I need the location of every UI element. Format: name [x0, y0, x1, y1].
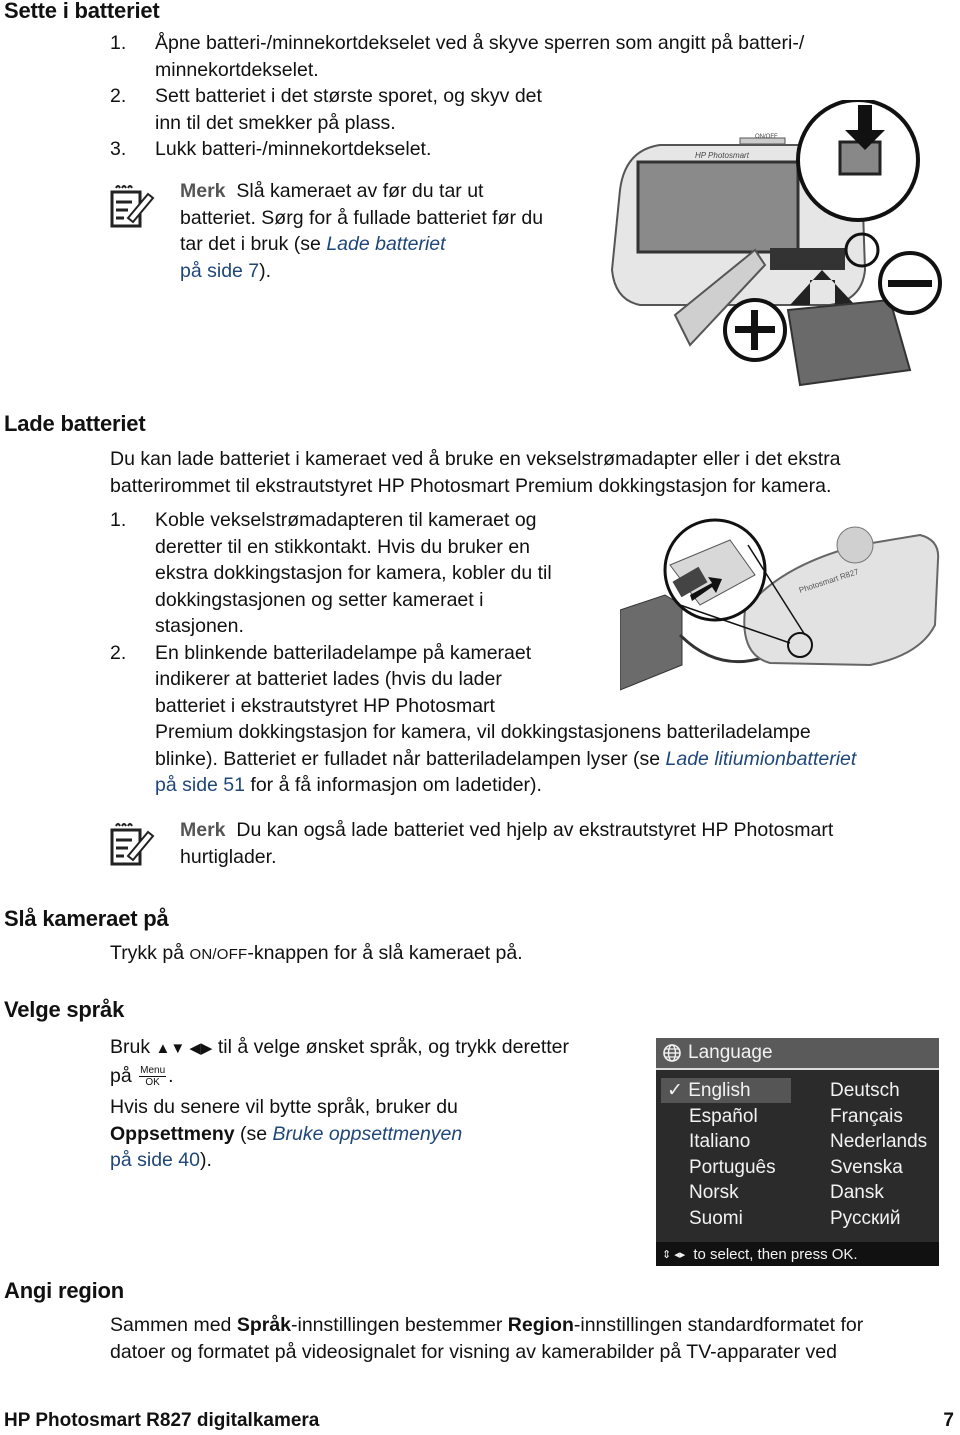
arrow-keys-icon: ▲▼ ◀▶ [155, 1040, 213, 1057]
language-option-right-5[interactable]: Русский [830, 1206, 950, 1231]
menu-ok-button-icon: Menu OK [139, 1064, 167, 1088]
region-text: Sammen med Språk-innstillingen bestemmer… [110, 1314, 864, 1363]
language-option-right-2[interactable]: Nederlands [830, 1129, 950, 1154]
onoff-label: ON/OFF [755, 134, 778, 140]
updown-leftright-icon: ⇕ ◂▸ [662, 1248, 686, 1261]
battery-insert-figure: HP Photosmart ON/OFF [610, 100, 942, 387]
link-side-51[interactable]: på side 51 [155, 774, 245, 796]
heading-sette-i-batteriet: Sette i batteriet [4, 0, 160, 23]
onoff-button-label: ON/OFF [189, 946, 248, 963]
link-side-7[interactable]: på side 7 [180, 260, 259, 282]
page-number: 7 [943, 1410, 954, 1431]
language-option-left-4[interactable]: Norsk [689, 1180, 809, 1205]
language-option-right-0[interactable]: Deutsch [830, 1078, 950, 1103]
language-screen-header: Language [656, 1038, 939, 1070]
brand-label: HP Photosmart [695, 151, 750, 160]
heading-lade-batteriet: Lade batteriet [4, 411, 146, 436]
language-screen-footer: ⇕ ◂▸ to select, then press OK. [656, 1242, 939, 1266]
power-on-text: Trykk på ON/OFF-knappen for å slå kamera… [110, 942, 523, 964]
link-lade-litiumionbatteriet[interactable]: Lade litiumionbatteriet [666, 748, 857, 770]
language-options: ✓ English Español Italiano Português Norsk Su… [656, 1070, 939, 1242]
heading-velge-sprak: Velge språk [4, 997, 125, 1022]
heading-sla-kameraet-pa: Slå kameraet på [4, 906, 169, 931]
language-option-right-3[interactable]: Svenska [830, 1155, 950, 1180]
list-item: 1. Åpne batteri-/minnekortdekselet ved å… [110, 32, 805, 81]
link-bruke-oppsettmenyen[interactable]: Bruke oppsettmenyen [273, 1123, 463, 1145]
charge-intro: Du kan lade batteriet i kameraet ved å b… [110, 448, 841, 497]
footer-title: HP Photosmart R827 digitalkamera [4, 1410, 320, 1431]
note-insert: Merk Slå kameraet av før du tar ut batte… [180, 180, 544, 282]
note-icon [110, 185, 155, 228]
language-option-left-0[interactable]: ✓ English [661, 1078, 791, 1103]
globe-icon [663, 1044, 681, 1062]
language-option-left-3[interactable]: Português [689, 1155, 809, 1180]
heading-angi-region: Angi region [4, 1278, 125, 1303]
note-charge: Merk Du kan også lade batteriet ved hjel… [180, 819, 834, 868]
note-icon [110, 823, 155, 866]
link-side-40[interactable]: på side 40 [110, 1149, 200, 1171]
language-text: Bruk ▲▼ ◀▶ til å velge ønsket språk, og … [110, 1036, 570, 1171]
language-option-left-2[interactable]: Italiano [689, 1129, 809, 1154]
language-option-left-5[interactable]: Suomi [689, 1206, 809, 1231]
language-option-right-1[interactable]: Français [830, 1104, 950, 1129]
adapter-figure: Photosmart R827 [620, 518, 940, 691]
language-screen: Language ✓ English Español Italiano Portugu… [656, 1038, 939, 1266]
language-option-left-1[interactable]: Español [689, 1104, 809, 1129]
language-option-right-4[interactable]: Dansk [830, 1180, 950, 1205]
check-icon: ✓ [667, 1080, 689, 1101]
link-lade-batteriet[interactable]: Lade batteriet [326, 233, 445, 255]
